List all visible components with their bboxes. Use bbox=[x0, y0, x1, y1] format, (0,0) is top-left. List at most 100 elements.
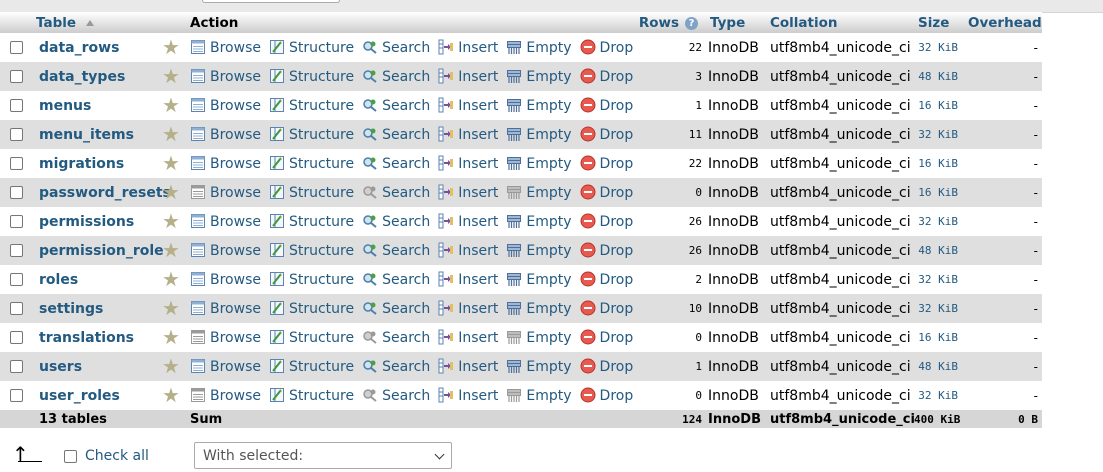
structure-label[interactable]: Structure bbox=[289, 301, 354, 317]
browse-action[interactable]: Browse bbox=[190, 68, 261, 85]
structure-action[interactable]: Structure bbox=[269, 271, 354, 288]
structure-action[interactable]: Structure bbox=[269, 387, 354, 404]
drop-action[interactable]: Drop bbox=[580, 213, 633, 230]
browse-label[interactable]: Browse bbox=[210, 359, 261, 375]
table-size[interactable]: 32 KiB bbox=[914, 207, 964, 236]
empty-label[interactable]: Empty bbox=[526, 272, 571, 288]
browse-action[interactable]: Browse bbox=[190, 242, 261, 259]
empty-label[interactable]: Empty bbox=[526, 185, 571, 201]
search-label[interactable]: Search bbox=[382, 243, 430, 259]
search-label[interactable]: Search bbox=[382, 359, 430, 375]
structure-action[interactable]: Structure bbox=[269, 242, 354, 259]
star-icon[interactable]: ★ bbox=[162, 180, 180, 204]
structure-action[interactable]: Structure bbox=[269, 329, 354, 346]
drop-label[interactable]: Drop bbox=[600, 301, 634, 317]
empty-label[interactable]: Empty bbox=[526, 214, 571, 230]
insert-label[interactable]: Insert bbox=[458, 156, 498, 172]
table-size[interactable]: 32 KiB bbox=[914, 265, 964, 294]
search-label[interactable]: Search bbox=[382, 330, 430, 346]
search-label[interactable]: Search bbox=[382, 185, 430, 201]
insert-label[interactable]: Insert bbox=[458, 243, 498, 259]
browse-label[interactable]: Browse bbox=[210, 272, 261, 288]
drop-action[interactable]: Drop bbox=[580, 271, 633, 288]
empty-action[interactable]: Empty bbox=[506, 39, 572, 56]
toolbar-tab[interactable] bbox=[202, 0, 340, 3]
row-checkbox[interactable] bbox=[9, 99, 23, 112]
table-size[interactable]: 32 KiB bbox=[914, 294, 964, 323]
empty-label[interactable]: Empty bbox=[526, 40, 571, 56]
row-checkbox[interactable] bbox=[9, 128, 23, 141]
search-label[interactable]: Search bbox=[382, 69, 430, 85]
structure-label[interactable]: Structure bbox=[289, 243, 354, 259]
drop-action[interactable]: Drop bbox=[580, 68, 633, 85]
drop-action[interactable]: Drop bbox=[580, 184, 634, 201]
star-icon[interactable]: ★ bbox=[162, 238, 180, 262]
drop-label[interactable]: Drop bbox=[600, 127, 634, 143]
drop-label[interactable]: Drop bbox=[600, 40, 634, 56]
table-size[interactable]: 48 KiB bbox=[914, 236, 964, 265]
row-checkbox[interactable] bbox=[9, 331, 23, 344]
structure-action[interactable]: Structure bbox=[269, 97, 354, 114]
empty-action[interactable]: Empty bbox=[506, 271, 572, 288]
insert-label[interactable]: Insert bbox=[458, 98, 498, 114]
table-name[interactable]: menu_items bbox=[32, 120, 156, 149]
empty-action[interactable]: Empty bbox=[506, 184, 572, 201]
insert-label[interactable]: Insert bbox=[458, 359, 498, 375]
drop-action[interactable]: Drop bbox=[580, 39, 634, 56]
insert-label[interactable]: Insert bbox=[458, 301, 498, 317]
table-name[interactable]: permissions bbox=[32, 207, 156, 236]
row-checkbox[interactable] bbox=[9, 70, 23, 83]
table-name[interactable]: user_roles bbox=[32, 381, 156, 410]
search-action[interactable]: Search bbox=[362, 358, 430, 375]
header-type[interactable]: Type bbox=[706, 12, 766, 33]
row-checkbox[interactable] bbox=[9, 244, 23, 257]
insert-action[interactable]: Insert bbox=[438, 213, 498, 230]
table-size[interactable]: 48 KiB bbox=[914, 352, 964, 381]
drop-action[interactable]: Drop bbox=[580, 329, 633, 346]
collation[interactable]: utf8mb4_unicode_ci bbox=[766, 149, 914, 178]
insert-label[interactable]: Insert bbox=[458, 185, 498, 201]
star-icon[interactable]: ★ bbox=[162, 35, 180, 59]
structure-label[interactable]: Structure bbox=[289, 272, 354, 288]
insert-action[interactable]: Insert bbox=[438, 300, 498, 317]
drop-action[interactable]: Drop bbox=[580, 126, 634, 143]
insert-label[interactable]: Insert bbox=[458, 127, 498, 143]
search-action[interactable]: Search bbox=[362, 329, 430, 346]
empty-label[interactable]: Empty bbox=[526, 98, 571, 114]
structure-action[interactable]: Structure bbox=[269, 39, 354, 56]
browse-action[interactable]: Browse bbox=[190, 184, 261, 201]
drop-label[interactable]: Drop bbox=[600, 359, 634, 375]
browse-action[interactable]: Browse bbox=[190, 387, 261, 404]
structure-label[interactable]: Structure bbox=[289, 330, 354, 346]
star-icon[interactable]: ★ bbox=[162, 209, 180, 233]
browse-action[interactable]: Browse bbox=[190, 213, 261, 230]
collation[interactable]: utf8mb4_unicode_ci bbox=[766, 265, 914, 294]
table-name[interactable]: roles bbox=[32, 265, 156, 294]
search-action[interactable]: Search bbox=[362, 271, 430, 288]
empty-action[interactable]: Empty bbox=[506, 329, 572, 346]
drop-label[interactable]: Drop bbox=[600, 156, 634, 172]
table-name[interactable]: users bbox=[32, 352, 156, 381]
table-size[interactable]: 16 KiB bbox=[914, 323, 964, 352]
browse-label[interactable]: Browse bbox=[210, 156, 261, 172]
empty-label[interactable]: Empty bbox=[526, 388, 571, 404]
empty-action[interactable]: Empty bbox=[506, 358, 572, 375]
structure-label[interactable]: Structure bbox=[289, 98, 354, 114]
insert-action[interactable]: Insert bbox=[438, 68, 498, 85]
browse-label[interactable]: Browse bbox=[210, 243, 261, 259]
insert-label[interactable]: Insert bbox=[458, 272, 498, 288]
browse-action[interactable]: Browse bbox=[190, 329, 261, 346]
empty-label[interactable]: Empty bbox=[526, 330, 571, 346]
browse-label[interactable]: Browse bbox=[210, 98, 261, 114]
browse-label[interactable]: Browse bbox=[210, 185, 261, 201]
insert-action[interactable]: Insert bbox=[438, 358, 498, 375]
row-checkbox[interactable] bbox=[9, 157, 23, 170]
drop-label[interactable]: Drop bbox=[600, 185, 634, 201]
structure-action[interactable]: Structure bbox=[269, 300, 354, 317]
row-checkbox[interactable] bbox=[9, 389, 23, 402]
check-all-label[interactable]: Check all bbox=[85, 448, 149, 464]
drop-action[interactable]: Drop bbox=[580, 358, 634, 375]
star-icon[interactable]: ★ bbox=[162, 296, 180, 320]
help-icon[interactable]: ? bbox=[685, 16, 698, 30]
drop-action[interactable]: Drop bbox=[580, 387, 633, 404]
